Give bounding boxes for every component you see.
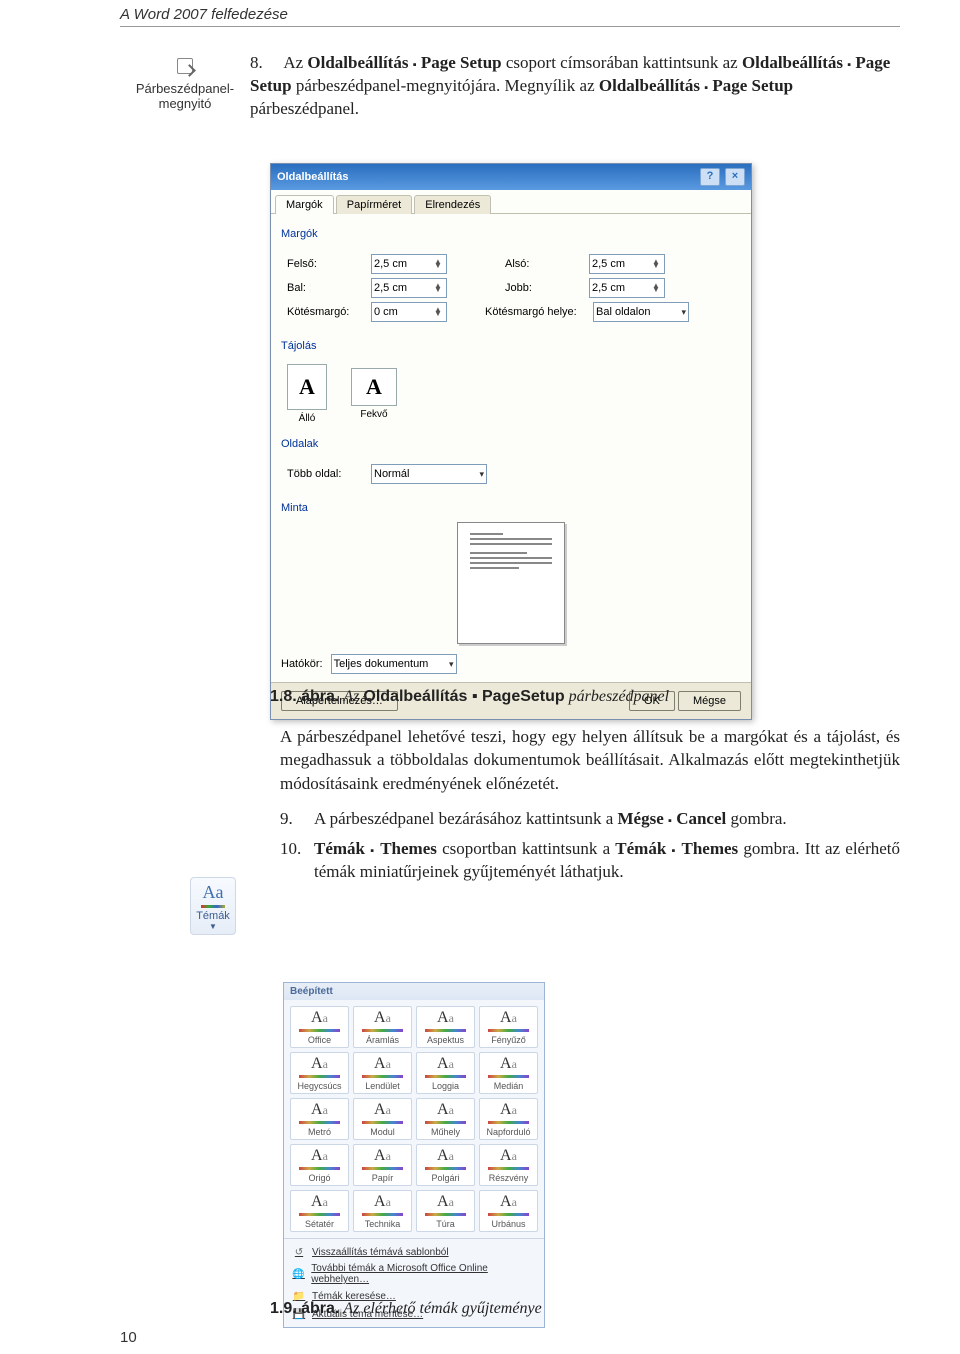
running-header: A Word 2007 felfedezése (120, 6, 288, 23)
gutter-pos-select[interactable]: Bal oldalon▾ (593, 302, 689, 322)
header-rule (120, 26, 900, 27)
figure-1-8-caption: 1.8. ábra. Az Oldalbeállítás ▪ PageSetup… (270, 688, 669, 706)
themes-aa-icon: Aa (191, 882, 235, 903)
cancel-button[interactable]: Mégse (678, 691, 741, 711)
theme-swatch[interactable]: AaMetró (290, 1098, 349, 1140)
dialog-launcher-icon (177, 58, 193, 74)
top-label: Felső: (287, 258, 363, 270)
gutter-input[interactable]: 0 cm▲▼ (371, 302, 447, 322)
theme-swatch[interactable]: AaHegycsúcs (290, 1052, 349, 1094)
theme-swatch[interactable]: AaOffice (290, 1006, 349, 1048)
page-setup-dialog[interactable]: Oldalbeállítás ? × Margók Papírméret Elr… (270, 163, 752, 720)
step-9-num: 9. (280, 807, 314, 830)
dialog-titlebar[interactable]: Oldalbeállítás ? × (271, 164, 751, 190)
bottom-input[interactable]: 2,5 cm▲▼ (589, 254, 665, 274)
page-number: 10 (120, 1329, 137, 1346)
right-input[interactable]: 2,5 cm▲▼ (589, 278, 665, 298)
theme-swatch[interactable]: AaTechnika (353, 1190, 412, 1232)
gallery-header: Beépített (284, 983, 544, 1000)
theme-swatch[interactable]: AaFényűző (479, 1006, 538, 1048)
section-preview-label: Minta (281, 502, 741, 514)
tab-paper[interactable]: Papírméret (336, 195, 412, 214)
dialog-launcher-info: Párbeszédpanel-megnyitó (120, 58, 250, 111)
applyto-select[interactable]: Teljes dokumentum▾ (331, 654, 457, 674)
intro-paragraph: 8. Az Oldalbeállítás ▪ Page Setup csopor… (250, 52, 900, 121)
theme-swatch[interactable]: AaNapforduló (479, 1098, 538, 1140)
theme-swatch[interactable]: AaLoggia (416, 1052, 475, 1094)
themes-gallery[interactable]: Beépített AaOfficeAaÁramlásAaAspektusAaF… (283, 982, 545, 1328)
gallery-grid: AaOfficeAaÁramlásAaAspektusAaFényűző AaHe… (284, 1000, 544, 1238)
help-icon[interactable]: ? (700, 168, 720, 186)
close-icon[interactable]: × (725, 168, 745, 186)
section-orientation-label: Tájolás (281, 340, 741, 352)
figure-1-9-caption: 1.9. ábra. Az elérhető témák gyűjteménye (270, 1300, 542, 1318)
step-9-text: A párbeszédpanel bezárásához kattintsunk… (314, 807, 900, 830)
gutter-label: Kötésmargó: (287, 306, 363, 318)
gutter-pos-label: Kötésmargó helye: (485, 306, 585, 318)
dialog-body: Margók Felső: 2,5 cm▲▼ Alsó: 2,5 cm▲▼ Ba… (271, 214, 751, 682)
paragraph-explanation: A párbeszédpanel lehetővé teszi, hogy eg… (280, 725, 900, 795)
dialog-tabs: Margók Papírméret Elrendezés (271, 190, 751, 214)
themes-label: Témák (191, 910, 235, 922)
intro-block: Párbeszédpanel-megnyitó 8. Az Oldalbeáll… (120, 52, 900, 121)
bottom-label: Alsó: (505, 258, 581, 270)
dialog-title-text: Oldalbeállítás (277, 171, 349, 183)
step-10-text: Témák ▪ Themes csoportban kattintsunk a … (314, 837, 900, 884)
step-10-num: 10. (280, 837, 314, 884)
section-margins-label: Margók (281, 228, 741, 240)
theme-swatch[interactable]: AaPapír (353, 1144, 412, 1186)
theme-swatch[interactable]: AaOrigó (290, 1144, 349, 1186)
theme-swatch[interactable]: AaModul (353, 1098, 412, 1140)
orientation-portrait[interactable]: A Álló (287, 364, 327, 424)
theme-swatch[interactable]: AaAspektus (416, 1006, 475, 1048)
reset-icon: ↺ (292, 1245, 306, 1259)
section-pages-label: Oldalak (281, 438, 741, 450)
theme-swatch[interactable]: AaTúra (416, 1190, 475, 1232)
multipage-label: Több oldal: (287, 468, 363, 480)
more-themes-online-link[interactable]: 🌐További témák a Microsoft Office Online… (286, 1261, 542, 1287)
chevron-down-icon: ▼ (191, 922, 235, 931)
themes-color-strip (201, 905, 225, 908)
applyto-label: Hatókör: (281, 658, 323, 670)
tab-layout[interactable]: Elrendezés (414, 195, 491, 214)
tab-margins[interactable]: Margók (275, 195, 334, 214)
theme-swatch[interactable]: AaLendület (353, 1052, 412, 1094)
left-input[interactable]: 2,5 cm▲▼ (371, 278, 447, 298)
orientation-landscape[interactable]: A Fekvő (351, 364, 397, 424)
top-input[interactable]: 2,5 cm▲▼ (371, 254, 447, 274)
multipage-select[interactable]: Normál▾ (371, 464, 487, 484)
main-text: A párbeszédpanel lehetővé teszi, hogy eg… (280, 725, 900, 890)
theme-swatch[interactable]: AaRészvény (479, 1144, 538, 1186)
themes-ribbon-button[interactable]: Aa Témák ▼ (190, 877, 236, 935)
left-label: Bal: (287, 282, 363, 294)
theme-swatch[interactable]: AaUrbánus (479, 1190, 538, 1232)
theme-swatch[interactable]: AaÁramlás (353, 1006, 412, 1048)
theme-swatch[interactable]: AaMedián (479, 1052, 538, 1094)
globe-icon: 🌐 (292, 1267, 305, 1281)
theme-swatch[interactable]: AaSétatér (290, 1190, 349, 1232)
theme-swatch[interactable]: AaMűhely (416, 1098, 475, 1140)
right-label: Jobb: (505, 282, 581, 294)
dialog-launcher-label: Párbeszédpanel-megnyitó (136, 81, 234, 111)
page-preview (457, 522, 565, 644)
reset-from-template-link[interactable]: ↺Visszaállítás témává sablonból (286, 1243, 542, 1261)
theme-swatch[interactable]: AaPolgári (416, 1144, 475, 1186)
step-number: 8. (250, 52, 280, 75)
